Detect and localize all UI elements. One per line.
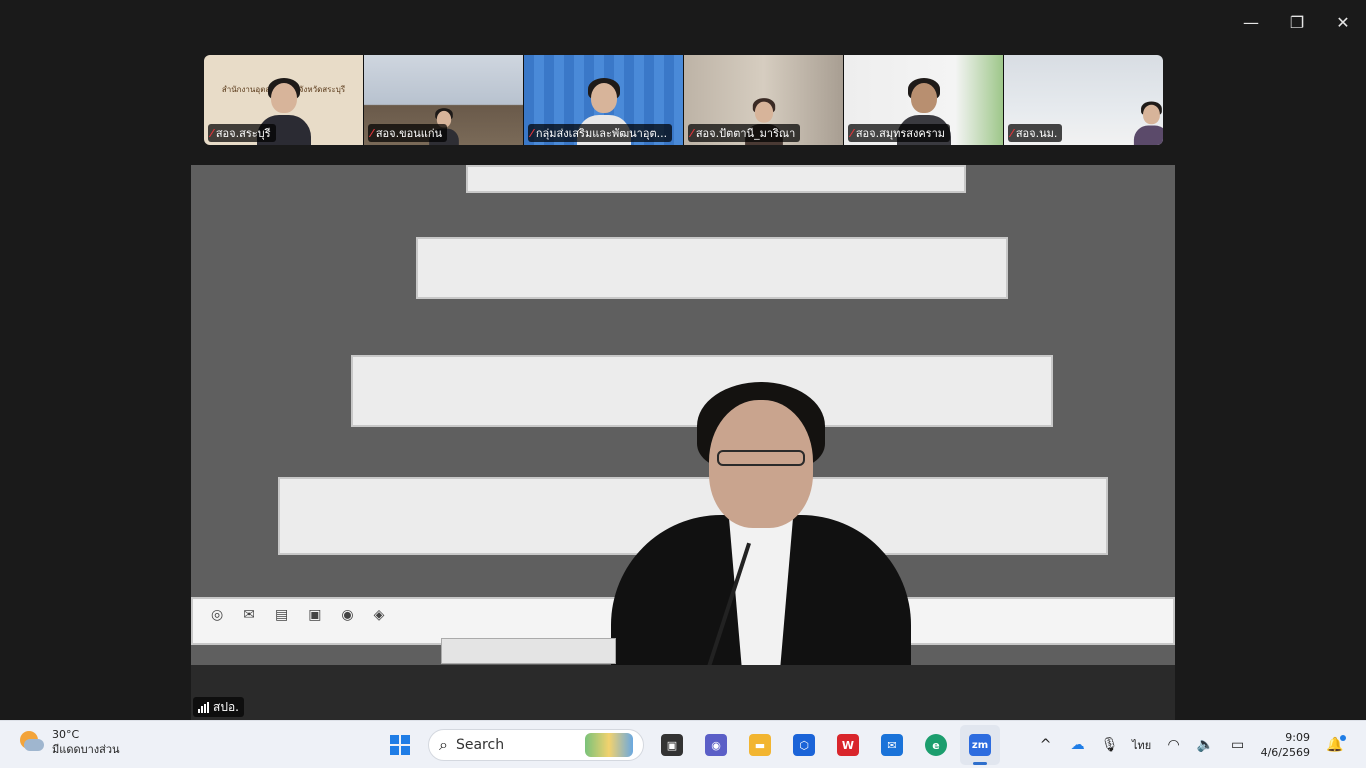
onedrive-icon[interactable]: ☁	[1063, 729, 1093, 761]
participant-tile[interactable]: สำนักงานอุตสาหกรรมจังหวัดสระบุรี ⁄สอจ.สร…	[204, 55, 364, 145]
partly-sunny-icon	[18, 729, 44, 755]
active-speaker-video[interactable]: ◎ ✉ ▤ ▣ ◉ ◈	[191, 165, 1175, 720]
speaker-name: สปอ.	[213, 699, 239, 714]
mic-muted-icon: ⁄	[531, 126, 533, 140]
notification-bell-icon[interactable]: 🔔	[1320, 729, 1350, 761]
taskbar-app-edge[interactable]: e	[916, 725, 956, 765]
volume-icon[interactable]: 🔈	[1191, 729, 1221, 761]
video-chat-icon: ◉	[705, 734, 727, 756]
minimize-button[interactable]: —	[1228, 0, 1274, 44]
globe-icon: ◎	[211, 607, 224, 623]
participant-tile[interactable]: ⁄ สอจ.ปัตตานี_มาริณา	[684, 55, 844, 145]
mic-muted-icon: ⁄	[371, 126, 373, 140]
participant-name: กลุ่มส่งเสริมและพัฒนาอุต...	[535, 127, 668, 140]
wps-office-icon: W	[837, 734, 859, 756]
zoom-meeting-window: — ❐ ✕ สำนักงานอุตสาหกรรมจังหวัดสระบุรี ⁄…	[0, 0, 1366, 720]
participant-tile[interactable]: ⁄ สอจ.นม.	[1004, 55, 1163, 145]
participant-tile[interactable]: ⁄ กลุ่มส่งเสริมและพัฒนาอุต...	[524, 55, 684, 145]
weather-text: 30°C มีแดดบางส่วน	[52, 727, 120, 757]
seal-icon: ◉	[341, 607, 354, 623]
screen-taskbar-icons: ◎ ✉ ▤ ▣ ◉ ◈	[211, 607, 384, 623]
participant-tile[interactable]: ⁄ สอจ.สมุทรสงคราม	[844, 55, 1004, 145]
taskbar-app-hexagon[interactable]: ⬡	[784, 725, 824, 765]
speaker-name-tag: สปอ.	[193, 697, 244, 717]
participant-name: สอจ.ปัตตานี_มาริณา	[695, 127, 796, 140]
envelope-icon: ✉	[243, 607, 255, 623]
search-icon: ⌕	[439, 735, 448, 754]
badge-icon: ◈	[373, 607, 385, 623]
windows-taskbar: 30°C มีแดดบางส่วน ⌕ Search ▣ ◉ ▬ ⬡ W ✉ e…	[0, 720, 1366, 768]
mic-muted-icon: ⁄	[691, 126, 693, 140]
microphone-icon[interactable]: 🎙	[1095, 729, 1125, 761]
edge-browser-icon: e	[925, 734, 947, 756]
participant-tile[interactable]: ⁄ สอจ.ขอนแก่น	[364, 55, 524, 145]
taskbar-app-files[interactable]: ▬	[740, 725, 780, 765]
participant-gallery: สำนักงานอุตสาหกรรมจังหวัดสระบุรี ⁄สอจ.สร…	[204, 55, 1163, 145]
window-controls: — ❐ ✕	[1228, 0, 1366, 44]
mic-muted-icon: ⁄	[851, 126, 853, 140]
participant-name-tag: ⁄ สอจ.สระบุรี	[208, 124, 276, 142]
system-tray: ^ ☁ 🎙 ไทย ◠ 🔈 ▭ 9:09 4/6/2569 🔔	[1031, 725, 1350, 765]
participant-name-tag: ⁄ สอจ.นม.	[1008, 124, 1063, 142]
folder-icon: ▤	[274, 607, 289, 623]
taskbar-clock[interactable]: 9:09 4/6/2569	[1255, 730, 1318, 760]
participant-video	[1133, 100, 1163, 145]
wifi-icon[interactable]: ◠	[1159, 729, 1189, 761]
participant-name: สอจ.สระบุรี	[215, 127, 271, 140]
clock-time: 9:09	[1285, 731, 1310, 744]
windows-logo-icon	[390, 735, 410, 755]
hexagon-app-icon: ⬡	[793, 734, 815, 756]
name-plate	[441, 638, 616, 664]
taskbar-app-mail[interactable]: ✉	[872, 725, 912, 765]
clock-date: 4/6/2569	[1260, 746, 1310, 759]
taskbar-search[interactable]: ⌕ Search	[428, 729, 644, 761]
participant-name: สอจ.สมุทรสงคราม	[855, 127, 946, 140]
participant-name-tag: ⁄ สอจ.ขอนแก่น	[368, 124, 448, 142]
mic-muted-icon: ⁄	[1011, 126, 1013, 140]
participant-name-tag: ⁄ สอจ.สมุทรสงคราม	[848, 124, 951, 142]
taskbar-app-task-view[interactable]: ▣	[652, 725, 692, 765]
task-view-icon: ▣	[661, 734, 683, 756]
start-button[interactable]	[380, 725, 420, 765]
taskbar-app-zoom[interactable]: zm	[960, 725, 1000, 765]
background-screen-layer	[416, 237, 1008, 299]
background-screen-layer	[466, 165, 966, 193]
close-button[interactable]: ✕	[1320, 0, 1366, 44]
taskbar-apps: ⌕ Search ▣ ◉ ▬ ⬡ W ✉ e zm	[380, 725, 1000, 765]
participant-name-tag: ⁄ กลุ่มส่งเสริมและพัฒนาอุต...	[528, 124, 673, 142]
via-icon: ▣	[308, 607, 322, 623]
participant-name: สอจ.นม.	[1015, 127, 1058, 140]
desk	[191, 665, 1175, 720]
participant-name-tag: ⁄ สอจ.ปัตตานี_มาริณา	[688, 124, 801, 142]
mic-muted-icon: ⁄	[211, 126, 213, 140]
taskbar-app-meet[interactable]: ◉	[696, 725, 736, 765]
participant-name: สอจ.ขอนแก่น	[375, 127, 443, 140]
folder-icon: ▬	[749, 734, 771, 756]
connection-signal-icon	[198, 701, 209, 713]
search-highlight-image	[585, 733, 633, 757]
presenter-glasses	[717, 450, 805, 466]
restore-button[interactable]: ❐	[1274, 0, 1320, 44]
battery-icon[interactable]: ▭	[1223, 729, 1253, 761]
search-label: Search	[455, 737, 505, 753]
weather-widget[interactable]: 30°C มีแดดบางส่วน	[18, 727, 120, 757]
weather-temperature: 30°C	[52, 728, 80, 741]
mail-icon: ✉	[881, 734, 903, 756]
input-language-button[interactable]: ไทย	[1127, 729, 1157, 761]
zoom-app-icon: zm	[969, 734, 991, 756]
taskbar-app-wps[interactable]: W	[828, 725, 868, 765]
weather-condition: มีแดดบางส่วน	[52, 743, 120, 756]
show-hidden-icons-button[interactable]: ^	[1031, 729, 1061, 761]
